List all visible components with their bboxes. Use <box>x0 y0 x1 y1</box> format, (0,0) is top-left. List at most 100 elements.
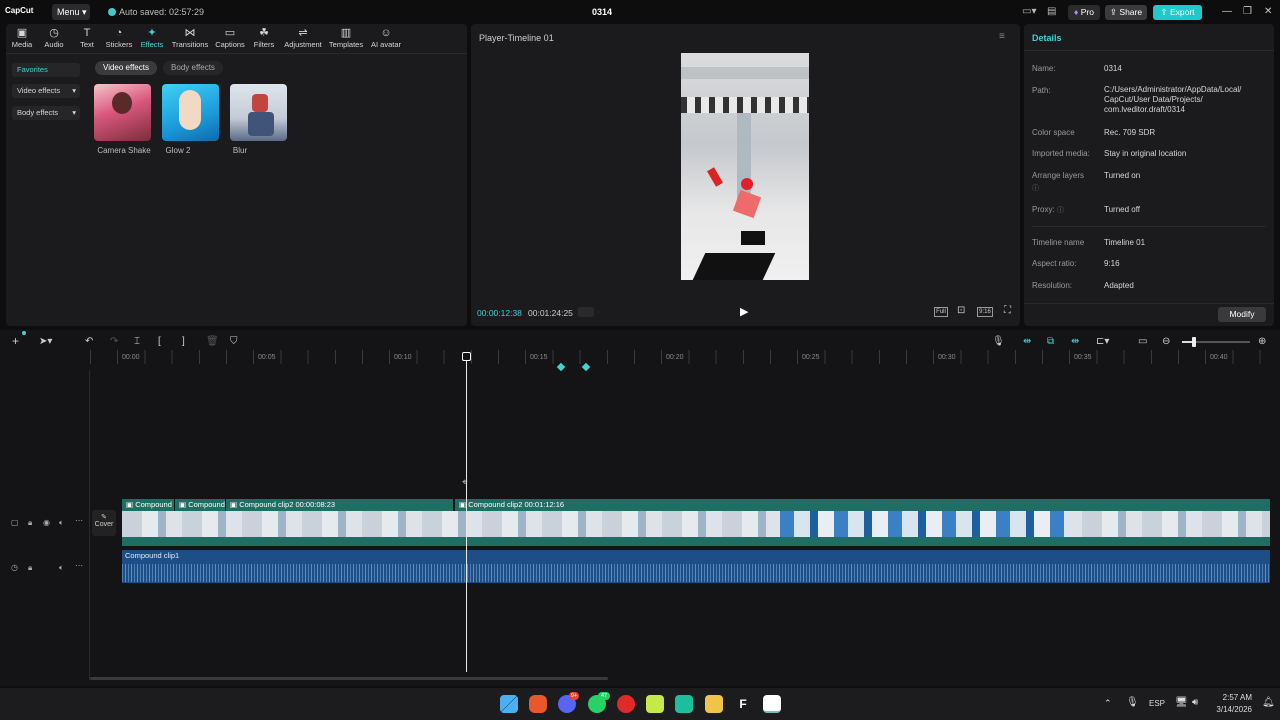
layout-icon[interactable]: ▭▾ <box>1022 6 1036 17</box>
redo-icon[interactable]: ↷ <box>110 336 118 347</box>
minimize-icon[interactable]: — <box>1222 6 1232 17</box>
info-icon[interactable]: ⓘ <box>1057 205 1064 215</box>
sidebar-item-video-effects[interactable]: Video effects ▾ <box>12 84 80 98</box>
clip-label: Compound clip2 00:01:12:16 <box>468 500 565 509</box>
brave-browser-icon[interactable] <box>529 695 547 713</box>
fl-studio-icon[interactable]: F <box>734 695 752 713</box>
volume-icon[interactable]: 🔈︎ <box>59 563 64 573</box>
more-icon[interactable]: ⋯ <box>75 561 83 570</box>
playhead[interactable] <box>466 358 467 672</box>
video-clip[interactable]: ▣ Compound clip2 00:00:08:23 <box>226 499 453 511</box>
select-tool-icon[interactable]: ➤▾ <box>39 336 52 347</box>
notepad-icon[interactable] <box>646 695 664 713</box>
notifications-icon[interactable]: 🔔︎ <box>1262 697 1275 708</box>
undo-icon[interactable]: ↶ <box>85 336 93 347</box>
zoom-slider-handle[interactable] <box>1192 337 1196 347</box>
play-icon[interactable]: ▶ <box>740 305 748 318</box>
sticker-icon: ◔ <box>115 27 123 39</box>
shield-icon[interactable]: ⛉ <box>230 336 238 347</box>
toolbar-templates[interactable]: ▥ Templates <box>327 27 365 49</box>
tab-video-effects[interactable]: Video effects <box>95 61 157 75</box>
delete-icon[interactable]: 🗑 <box>206 336 219 347</box>
close-icon[interactable]: ✕ <box>1264 6 1272 17</box>
clock-time[interactable]: 2:57 AM <box>1210 693 1252 702</box>
share-icon: ⇪ <box>1109 7 1118 17</box>
timeline-scrollbar[interactable] <box>90 677 608 680</box>
snap-icon[interactable]: ⧉ <box>1047 336 1054 347</box>
export-button[interactable]: ⇧ Export <box>1153 5 1202 20</box>
zoom-fit-icon[interactable]: ⊡ <box>957 305 965 316</box>
tray-chevron-icon[interactable]: ⌃ <box>1104 698 1112 709</box>
microphone-icon[interactable]: 🎙 <box>992 336 1005 347</box>
zoom-out-icon[interactable]: ⊖ <box>1162 336 1170 347</box>
media-player-icon[interactable] <box>617 695 635 713</box>
effect-thumb-camera-shake[interactable] <box>94 84 151 141</box>
detail-value: Turned on <box>1104 171 1141 180</box>
tray-microphone-icon[interactable]: 🎙 <box>1126 697 1139 708</box>
toolbar-media[interactable]: ▣ Media <box>7 27 37 49</box>
audio-track-icon[interactable]: ◷ <box>11 563 18 572</box>
preview-axis-icon[interactable]: ⊏▾ <box>1096 336 1109 347</box>
maximize-icon[interactable]: ❐ <box>1243 6 1252 17</box>
trim-right-icon[interactable]: ] <box>182 336 185 347</box>
sidebar-item-favorites[interactable]: Favorites <box>12 63 80 77</box>
captions-track-icon[interactable]: ▭ <box>1138 336 1147 347</box>
clock-date[interactable]: 3/14/2026 <box>1206 705 1252 714</box>
toolbar-stickers[interactable]: ◔ Stickers <box>104 27 134 49</box>
effect-thumb-blur[interactable] <box>230 84 287 141</box>
network-icon[interactable]: 🖥 <box>1175 697 1188 708</box>
playhead-handle[interactable] <box>462 352 471 361</box>
pro-button[interactable]: ♦ Pro <box>1068 5 1100 20</box>
compound-icon: ▣ <box>126 500 134 509</box>
video-clip[interactable]: ▣ Compound clip2 00:01:12:16 <box>455 499 1270 511</box>
video-clip[interactable]: ▣ Compound <box>122 499 174 511</box>
more-icon[interactable]: ⋯ <box>75 516 83 525</box>
tab-body-effects[interactable]: Body effects <box>163 61 223 75</box>
track-select-icon[interactable]: ▢ <box>11 518 19 527</box>
text-icon: T <box>83 27 91 39</box>
lock-icon[interactable]: 🔒︎ <box>28 518 32 528</box>
info-icon[interactable]: ⓘ <box>1032 183 1039 193</box>
add-icon[interactable]: + <box>12 334 19 348</box>
chatgpt-icon[interactable] <box>675 695 693 713</box>
fullscreen-icon[interactable]: ⛶ <box>1004 305 1011 316</box>
toolbar-adjustment[interactable]: ⇌ Adjustment <box>282 27 324 49</box>
video-clip[interactable]: ▣ Compound <box>175 499 225 511</box>
trim-left-icon[interactable]: [ <box>158 336 161 347</box>
file-explorer-icon[interactable] <box>705 695 723 713</box>
toolbar-ai-avatar[interactable]: ☺ AI avatar <box>368 27 404 49</box>
capcut-taskbar-icon[interactable] <box>763 695 781 713</box>
timecode-toggle[interactable] <box>578 307 594 317</box>
full-quality-button[interactable]: Full <box>934 307 948 317</box>
split-icon[interactable]: ⌶ <box>134 336 140 347</box>
toolbar-filters[interactable]: ☘ Filters <box>249 27 279 49</box>
detail-key: Path: <box>1032 86 1051 95</box>
link-main-icon[interactable]: ⇹ <box>1023 336 1031 347</box>
language-indicator[interactable]: ESP <box>1149 699 1165 708</box>
effect-thumb-glow-2[interactable] <box>162 84 219 141</box>
lock-icon[interactable]: 🔒︎ <box>28 563 32 573</box>
shortcuts-icon[interactable]: ▤ <box>1047 6 1056 17</box>
detail-value: Rec. 709 SDR <box>1104 128 1156 137</box>
aspect-ratio-button[interactable]: 9:16 <box>977 307 993 317</box>
taskbar <box>0 688 1280 720</box>
toolbar-captions[interactable]: ▭ Captions <box>213 27 247 49</box>
cover-button[interactable]: ✎ Cover <box>92 510 116 536</box>
toolbar-effects[interactable]: ✦ Effects <box>137 27 167 49</box>
audio-clip[interactable]: Compound clip1 <box>122 550 1270 583</box>
linkage-icon[interactable]: ⇹ <box>1071 336 1079 347</box>
toolbar-audio[interactable]: ◷ Audio <box>39 27 69 49</box>
modify-button[interactable]: Modify <box>1218 307 1266 322</box>
toolbar-transitions[interactable]: ⋈ Transitions <box>170 27 210 49</box>
eye-icon[interactable]: ◉ <box>43 518 50 527</box>
zoom-in-icon[interactable]: ⊕ <box>1258 336 1266 347</box>
toolbar-text[interactable]: T Text <box>72 27 102 49</box>
preview-avatars <box>681 97 809 113</box>
speaker-icon[interactable]: 🔊︎ <box>1192 697 1198 708</box>
volume-icon[interactable]: 🔈︎ <box>59 518 64 528</box>
player-menu-icon[interactable]: ≡ <box>999 31 1005 42</box>
sidebar-item-body-effects[interactable]: Body effects ▾ <box>12 106 80 120</box>
video-preview[interactable] <box>681 53 809 280</box>
share-button[interactable]: ⇪ Share <box>1105 5 1147 20</box>
windows-start-icon[interactable] <box>500 695 518 713</box>
